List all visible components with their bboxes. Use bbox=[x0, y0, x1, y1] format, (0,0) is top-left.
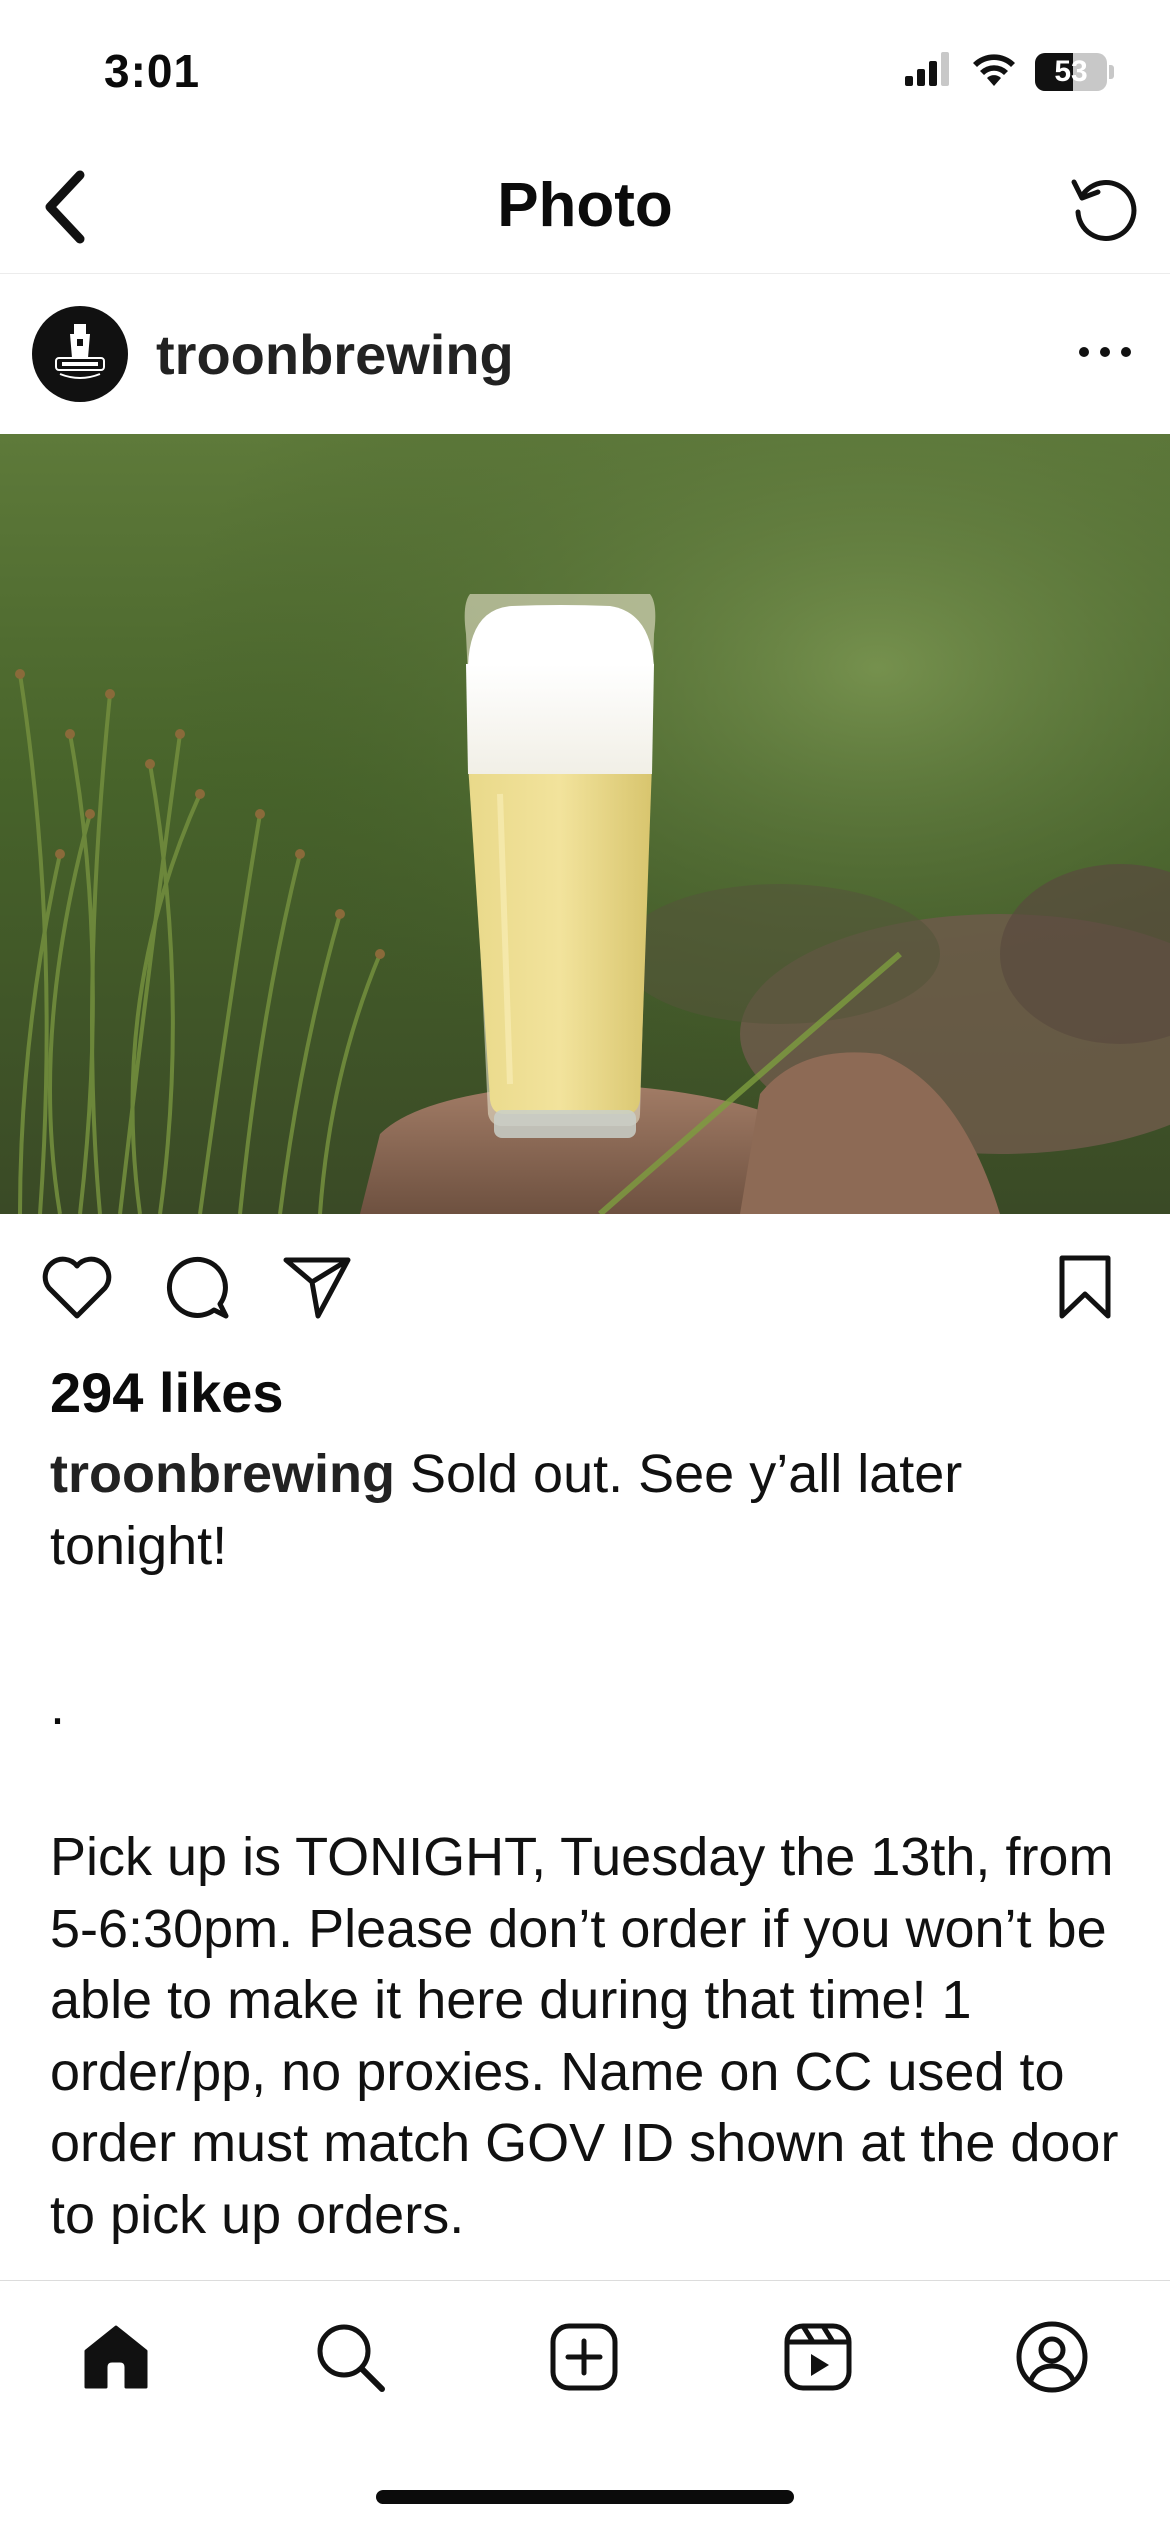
search-icon bbox=[314, 2321, 386, 2398]
troon-brewing-logo bbox=[40, 312, 120, 397]
home-indicator bbox=[376, 2490, 794, 2504]
like-button[interactable] bbox=[32, 1244, 122, 1334]
caption: troonbrewing Sold out. See y’all later t… bbox=[50, 1438, 1130, 1582]
tab-create[interactable] bbox=[534, 2309, 634, 2409]
tab-reels[interactable] bbox=[768, 2309, 868, 2409]
battery-body: 53 bbox=[1035, 52, 1107, 91]
refresh-icon bbox=[1068, 172, 1138, 247]
refresh-button[interactable] bbox=[1058, 164, 1148, 254]
battery-icon: 53 bbox=[1035, 52, 1114, 91]
likes-count[interactable]: 294 likes bbox=[50, 1360, 284, 1425]
post-actions bbox=[0, 1214, 1170, 1364]
post-photo[interactable] bbox=[0, 434, 1170, 1214]
cellular-signal-icon bbox=[905, 52, 953, 91]
save-button[interactable] bbox=[1040, 1244, 1130, 1334]
reels-icon bbox=[783, 2322, 853, 2397]
bookmark-icon bbox=[1056, 1254, 1114, 1325]
page-title: Photo bbox=[497, 171, 673, 240]
nav-header: Photo bbox=[0, 140, 1170, 274]
profile-icon bbox=[1015, 2320, 1089, 2399]
create-icon bbox=[549, 2322, 619, 2397]
status-icons: 53 bbox=[905, 52, 1114, 91]
share-button[interactable] bbox=[272, 1244, 362, 1334]
tab-profile[interactable] bbox=[1002, 2309, 1102, 2409]
caption-dot: . bbox=[50, 1676, 66, 1736]
avatar[interactable] bbox=[32, 306, 128, 402]
battery-cap bbox=[1109, 64, 1114, 79]
tab-search[interactable] bbox=[300, 2309, 400, 2409]
status-bar: 3:01 53 bbox=[0, 0, 1170, 140]
more-options-button[interactable] bbox=[1060, 314, 1150, 394]
tab-home[interactable] bbox=[66, 2309, 166, 2409]
caption-body: Pick up is TONIGHT, Tuesday the 13th, fr… bbox=[50, 1827, 1119, 2245]
heart-icon bbox=[41, 1254, 113, 1325]
comment-icon bbox=[162, 1252, 232, 1327]
caption-username[interactable]: troonbrewing bbox=[50, 1444, 395, 1504]
post-username[interactable]: troonbrewing bbox=[156, 322, 514, 387]
comment-button[interactable] bbox=[152, 1244, 242, 1334]
wifi-icon bbox=[971, 52, 1017, 91]
post-header: troonbrewing bbox=[0, 274, 1170, 434]
more-horizontal-icon bbox=[1077, 345, 1133, 364]
battery-level: 53 bbox=[1054, 54, 1088, 88]
beer-glass-photo bbox=[0, 434, 1170, 1214]
status-time: 3:01 bbox=[104, 45, 201, 97]
share-icon bbox=[282, 1254, 352, 1325]
home-icon bbox=[80, 2321, 152, 2398]
